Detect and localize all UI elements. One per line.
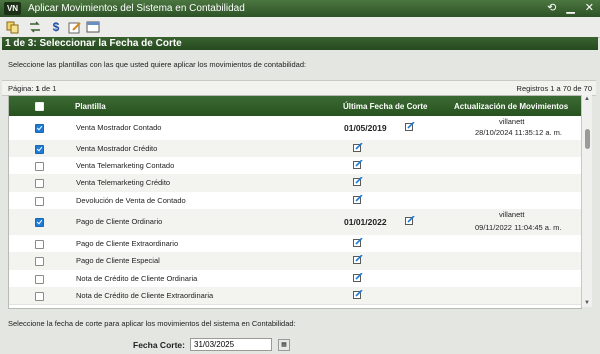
switch-icon[interactable] [28,20,42,34]
plantilla-name: Pago de Cliente Especial [76,256,160,265]
refresh-icon[interactable]: ⟲ [547,1,556,16]
edit-date-icon[interactable] [353,194,363,204]
toolbar: $ [0,17,600,38]
table-row[interactable]: Pago de Cliente Extraordinario [9,235,581,253]
row-checkbox[interactable] [35,197,44,206]
edit-date-icon[interactable] [353,159,363,169]
plantilla-name: Venta Mostrador Contado [76,123,162,132]
instructions-text: Seleccione las plantillas con las que us… [8,60,307,69]
plantilla-name: Venta Telemarketing Contado [76,161,175,170]
scroll-up-icon[interactable]: ▲ [584,96,590,102]
row-checkbox[interactable] [35,124,44,133]
row-checkbox[interactable] [35,240,44,249]
plantilla-name: Devolución de Venta de Contado [76,196,186,205]
row-checkbox[interactable] [35,145,44,154]
select-all-checkbox[interactable] [35,102,44,111]
row-checkbox[interactable] [35,179,44,188]
paging-bar: Página: 1 de 1 Registros 1 a 70 de 70 [2,80,596,96]
updated-timestamp: 09/11/2022 11:04:45 a. m. [475,223,562,232]
scroll-down-icon[interactable]: ▼ [584,300,590,306]
table-row[interactable]: Nota de Crédito de Cliente Ordinaria [9,270,581,288]
edit-date-icon[interactable] [353,237,363,247]
close-icon[interactable]: ✕ [585,1,594,16]
minimize-icon[interactable]: ▁ [566,1,574,16]
grid-scrollbar[interactable]: ▲ ▼ [581,95,592,307]
plantilla-name: Venta Telemarketing Crédito [76,178,171,187]
cutoff-date-input[interactable] [190,338,272,351]
plantilla-name: Nota de Crédito de Cliente Ordinaria [76,274,198,283]
edit-icon[interactable] [68,20,82,34]
edit-date-icon[interactable] [353,289,363,299]
table-row[interactable]: Venta Telemarketing Crédito [9,174,581,193]
column-actualizacion[interactable]: Actualización de Movimientos [454,102,568,111]
scrollbar-thumb[interactable] [585,129,590,149]
page-suffix: de 1 [39,84,57,93]
row-checkbox[interactable] [35,275,44,284]
plantilla-name: Pago de Cliente Extraordinario [76,239,179,248]
row-checkbox[interactable] [35,162,44,171]
grid-header: Plantilla Última Fecha de Corte Actualiz… [9,96,581,116]
updated-timestamp: 28/10/2024 11:35:12 a. m. [475,128,563,137]
cutoff-date-label: Fecha Corte: [133,340,185,350]
updated-by-user: villanett [499,210,525,219]
edit-date-icon[interactable] [353,272,363,282]
last-cutoff-date: 01/05/2019 [344,123,387,133]
plantilla-name: Pago de Cliente Ordinario [76,217,163,226]
page-indicator: Página: 1 de 1 [8,84,56,93]
last-cutoff-date: 01/01/2022 [344,217,387,227]
window-titlebar: VN Aplicar Movimientos del Sistema en Co… [0,0,600,17]
step-title: 1 de 3: Seleccionar la Fecha de Corte [5,38,182,49]
edit-date-icon[interactable] [405,215,415,225]
table-row[interactable]: Devolución de Venta de Contado [9,192,581,210]
edit-date-icon[interactable] [405,121,415,131]
edit-date-icon[interactable] [353,176,363,186]
row-checkbox[interactable] [35,218,44,227]
window-title: Aplicar Movimientos del Sistema en Conta… [28,3,245,14]
edit-date-icon[interactable] [353,142,363,152]
row-checkbox[interactable] [35,257,44,266]
table-row[interactable]: Nota de Crédito de Cliente Extraordinari… [9,287,581,305]
plantilla-name: Nota de Crédito de Cliente Extraordinari… [76,291,214,300]
records-count: Registros 1 a 70 de 70 [516,84,592,93]
edit-date-icon[interactable] [353,254,363,264]
column-ultima-fecha[interactable]: Última Fecha de Corte [343,102,427,111]
table-row[interactable]: Pago de Cliente Ordinario 01/01/2022 villa… [9,209,581,236]
page-prefix: Página: [8,84,36,93]
table-row[interactable]: Venta Telemarketing Contado [9,157,581,175]
table-row[interactable]: Venta Mostrador Contado 01/05/2019 villane… [9,116,581,141]
duplicate-icon[interactable] [6,20,20,34]
plantilla-name: Venta Mostrador Crédito [76,144,158,153]
updated-by-user: villanett [499,117,525,126]
table-row[interactable]: Venta Mostrador Crédito [9,140,581,158]
dollar-icon[interactable]: $ [49,20,63,34]
templates-grid: Plantilla Última Fecha de Corte Actualiz… [8,95,582,309]
row-checkbox[interactable] [35,292,44,301]
calendar-icon[interactable]: ▦ [278,339,290,351]
cutoff-instructions: Seleccione la fecha de corte para aplica… [8,319,296,328]
step-header: 1 de 3: Seleccionar la Fecha de Corte [2,37,598,50]
table-row[interactable]: Pago de Cliente Especial [9,252,581,271]
window-icon[interactable] [86,20,100,34]
app-logo: VN [4,2,21,15]
column-plantilla[interactable]: Plantilla [75,102,106,111]
